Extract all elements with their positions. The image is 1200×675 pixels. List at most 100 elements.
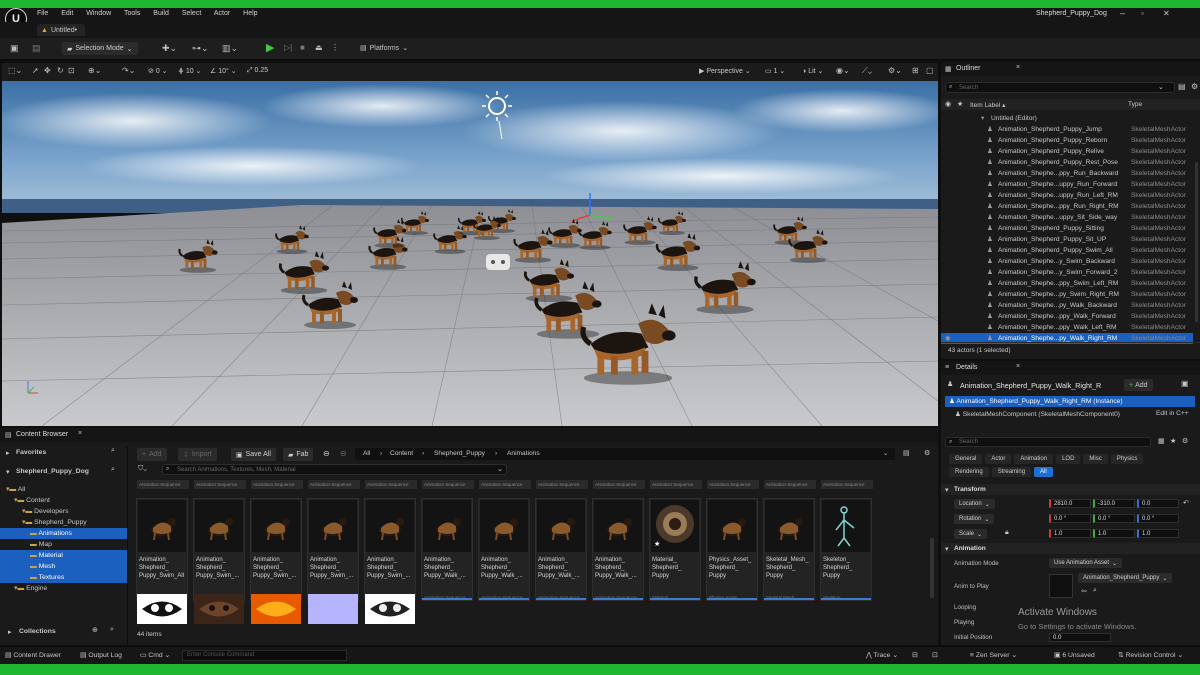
breadcrumb-animations[interactable]: Animations bbox=[507, 448, 540, 460]
rotation-x-field[interactable]: 0.0 ° bbox=[1049, 514, 1091, 523]
location-y-field[interactable]: -310.0 bbox=[1093, 499, 1135, 508]
eject-icon[interactable]: ⏏ bbox=[315, 43, 323, 52]
outliner-row[interactable]: ♟ Animation_Shephe...uppy_Run_Left_RM Skel… bbox=[941, 190, 1193, 201]
output-log-button[interactable]: ▤ Output Log bbox=[80, 651, 122, 659]
cmd-button[interactable]: ▭ Cmd ⌄ bbox=[140, 651, 170, 659]
texture-thumb-3[interactable] bbox=[251, 594, 301, 624]
add-collection-icon[interactable]: ⊕ bbox=[92, 626, 98, 634]
save-all-button[interactable]: ▣ Save All bbox=[231, 448, 276, 461]
outliner-row[interactable]: ♟ Animation_Shephe...y_Swim_Backward Skele… bbox=[941, 256, 1193, 267]
menu-actor[interactable]: Actor bbox=[214, 10, 230, 17]
menu-window[interactable]: Window bbox=[86, 10, 111, 17]
puppy-actor[interactable] bbox=[787, 229, 829, 263]
filter-icon[interactable]: ⛉⌄ bbox=[138, 465, 147, 473]
outliner-search-input[interactable]: ⌕ Search ⌄ bbox=[945, 82, 1175, 93]
add-button[interactable]: + Add bbox=[137, 448, 167, 461]
asset-tile[interactable]: Animation_ Shepherd_ Puppy_Swim_AllAnima… bbox=[136, 498, 188, 601]
scale-snap[interactable]: ⤢ 0.25 bbox=[247, 67, 268, 75]
search-icon[interactable]: ⌕ bbox=[110, 626, 114, 634]
puppy-actor[interactable] bbox=[657, 211, 687, 235]
select-icon[interactable]: ➚ bbox=[32, 66, 39, 75]
tab-general[interactable]: General bbox=[949, 454, 983, 464]
camera-button[interactable]: ▭ 1 ⌄ bbox=[765, 67, 785, 75]
anim-thumbnail[interactable] bbox=[1049, 574, 1073, 598]
tab-actor[interactable]: Actor bbox=[985, 454, 1012, 464]
puppy-actor[interactable] bbox=[274, 225, 310, 254]
back-icon[interactable]: ⊖ bbox=[323, 449, 330, 458]
revision-control-button[interactable]: ⇅ Revision Control ⌄ bbox=[1118, 651, 1183, 659]
tab-lod[interactable]: LOD bbox=[1056, 454, 1081, 464]
puppy-actor[interactable] bbox=[692, 261, 758, 314]
asset-tile[interactable]: Animation_ Shepherd_ Puppy_Swim_...Anima… bbox=[307, 498, 359, 601]
trace-button[interactable]: ⋀ Trace ⌄ bbox=[866, 651, 898, 659]
component-row[interactable]: ♟ SkeletalMeshComponent (SkeletalMeshCom… bbox=[955, 410, 1120, 418]
texture-thumb-5[interactable] bbox=[365, 594, 415, 624]
settings-icon[interactable]: ⚙⌄ bbox=[888, 66, 902, 75]
favorite-icon[interactable]: ★ bbox=[1170, 437, 1176, 445]
menu-build[interactable]: Build bbox=[153, 10, 169, 17]
folder-item[interactable]: ▬ Map bbox=[0, 539, 127, 550]
minimize-icon[interactable]: – bbox=[1120, 8, 1125, 18]
settings-icon[interactable]: ⚙ bbox=[924, 449, 930, 457]
close-tab-icon[interactable]: × bbox=[78, 430, 82, 437]
collections-label[interactable]: Collections bbox=[19, 628, 56, 635]
play-icon[interactable]: ▶ bbox=[266, 41, 274, 54]
rotation-dropdown[interactable]: Rotation ⌄ bbox=[954, 514, 995, 524]
add-actor-icon[interactable]: ✚⌄ bbox=[162, 43, 177, 54]
use-selected-icon[interactable]: ⇦ bbox=[1081, 587, 1087, 595]
animation-mode-dropdown[interactable]: Use Animation Asset ⌄ bbox=[1049, 558, 1123, 568]
asset-tile[interactable]: Animation_ Shepherd_ Puppy_Walk_...Anima… bbox=[421, 498, 473, 601]
outliner-row[interactable]: ♟ Animation_Shephe...uppy_Run_Forward Skel… bbox=[941, 179, 1193, 190]
texture-thumb-4[interactable] bbox=[308, 594, 358, 624]
asset-tile[interactable]: ★Material_ Shepherd_ PuppyMaterial bbox=[649, 498, 701, 601]
folder-item[interactable]: ▾▬ Content bbox=[0, 495, 127, 506]
notifications-icon[interactable]: ⊡ bbox=[932, 651, 938, 659]
outliner-row[interactable]: ♟ Animation_Shephe...uppy_Sit_Side_way Ske… bbox=[941, 212, 1193, 223]
move-icon[interactable]: ✥ bbox=[44, 66, 51, 75]
outliner-scrollbar[interactable] bbox=[1195, 162, 1198, 322]
menu-edit[interactable]: Edit bbox=[61, 10, 73, 17]
zen-server-button[interactable]: ≡ Zen Server ⌄ bbox=[970, 651, 1017, 659]
world-icon[interactable]: ⊕⌄ bbox=[88, 66, 101, 75]
show-icon[interactable]: ◉⌄ bbox=[836, 66, 850, 75]
transform-section[interactable]: ▾ Transform bbox=[941, 484, 1200, 495]
scale-x-field[interactable]: 1.0 bbox=[1049, 529, 1091, 538]
layout-icon[interactable]: ⊞ bbox=[912, 66, 919, 75]
outliner-row[interactable]: ♟ Animation_Shepherd_Puppy_Jump SkeletalMe… bbox=[941, 124, 1193, 135]
menu-file[interactable]: File bbox=[37, 10, 48, 17]
blueprint-icon[interactable]: ▣ bbox=[1181, 379, 1189, 388]
fab-button[interactable]: ▰ Fab bbox=[283, 448, 314, 461]
puppy-actor[interactable] bbox=[177, 239, 219, 273]
edit-cpp-link[interactable]: Edit in C++ bbox=[1156, 410, 1189, 417]
project-label[interactable]: Shepherd_Puppy_Dog bbox=[16, 468, 89, 475]
folder-item[interactable]: ▬ Material bbox=[0, 550, 127, 561]
transform-mode-icon[interactable]: ⬚⌄ bbox=[8, 66, 22, 75]
puppy-actor[interactable] bbox=[300, 281, 360, 329]
puppy-actor[interactable] bbox=[472, 216, 502, 240]
tab-rendering[interactable]: Rendering bbox=[949, 467, 989, 477]
content-drawer-button[interactable]: ▤ Content Drawer bbox=[5, 651, 61, 659]
tab-misc[interactable]: Misc bbox=[1083, 454, 1108, 464]
outliner-row[interactable]: ♟ Animation_Shepherd_Puppy_Rest_Pose Skele… bbox=[941, 157, 1193, 168]
outliner-row[interactable]: ♟ Animation_Shephe...py_Walk_Backward Skel… bbox=[941, 300, 1193, 311]
texture-thumb-1[interactable] bbox=[137, 594, 187, 624]
close-tab-icon[interactable]: × bbox=[1016, 363, 1020, 370]
view-mode-button[interactable]: ◑ Lit ⌄ bbox=[802, 67, 823, 75]
cinematics-icon[interactable]: ▥⌄ bbox=[222, 43, 238, 54]
settings-icon[interactable]: ⚙ bbox=[1191, 82, 1198, 91]
realtime-icon[interactable]: ⟋⌄ bbox=[862, 66, 872, 76]
asset-tile[interactable]: Animation_ Shepherd_ Puppy_Walk_...Anima… bbox=[592, 498, 644, 601]
add-component-button[interactable]: + Add bbox=[1124, 379, 1153, 391]
close-tab-icon[interactable]: × bbox=[1016, 64, 1020, 71]
maximize-viewport-icon[interactable]: ▢ bbox=[926, 66, 934, 75]
rotation-z-field[interactable]: 0.0 ° bbox=[1137, 514, 1179, 523]
column-type[interactable]: Type bbox=[1128, 101, 1142, 108]
scale-icon[interactable]: ⊡ bbox=[68, 66, 75, 75]
asset-tile[interactable]: Skeleton_ Shepherd_ PuppySkeleton bbox=[820, 498, 872, 601]
selection-mode-button[interactable]: ▰ Selection Mode ⌄ bbox=[62, 42, 138, 55]
outliner-row[interactable]: ♟ Animation_Shephe...ppy_Run_Right_RM Skel… bbox=[941, 201, 1193, 212]
asset-tile[interactable]: Skeletal_Mesh_ Shepherd_ PuppySkeletal M… bbox=[763, 498, 815, 601]
add-filter-icon[interactable]: ▤ bbox=[1178, 82, 1186, 91]
tab-physics[interactable]: Physics bbox=[1110, 454, 1144, 464]
folder-lock-icon[interactable]: ▤ bbox=[903, 449, 910, 457]
